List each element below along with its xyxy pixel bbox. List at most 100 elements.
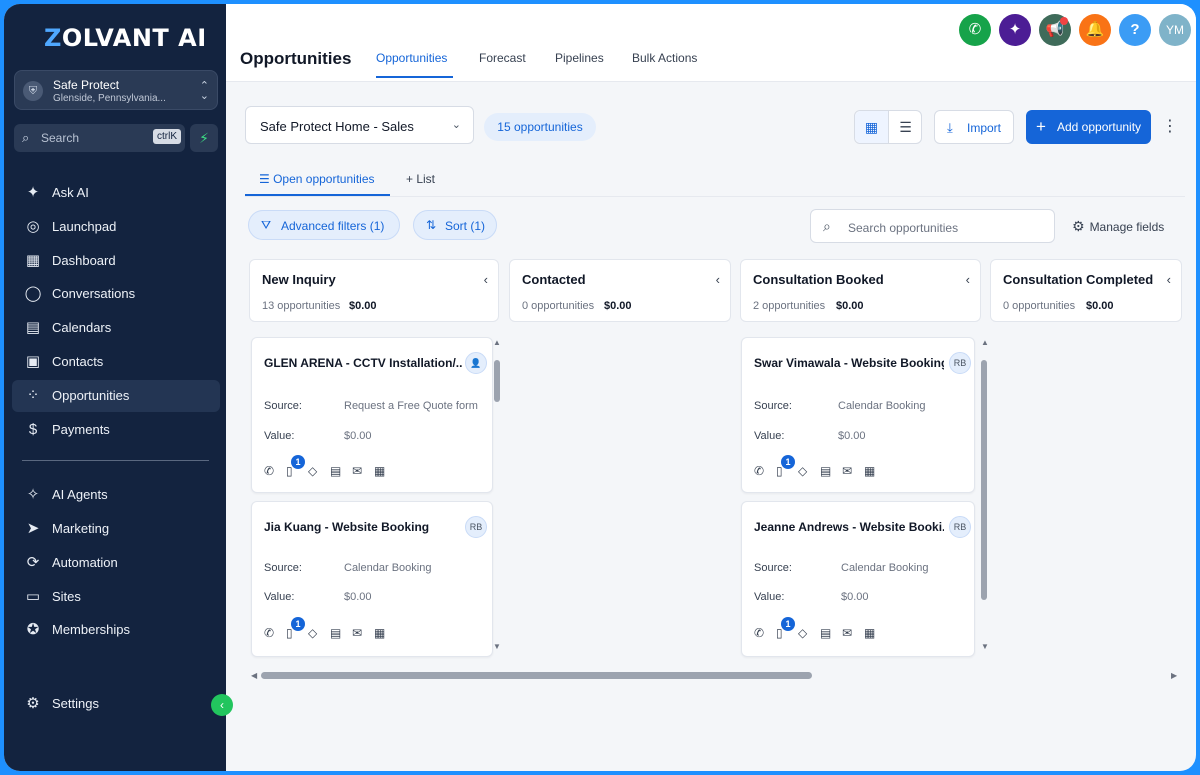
chevron-left-icon[interactable]: ‹ <box>966 272 970 287</box>
tab-opportunities[interactable]: Opportunities <box>376 51 447 65</box>
sidebar-item-launchpad[interactable]: ◎ Launchpad <box>12 211 220 243</box>
calendar-icon[interactable]: ▦ <box>864 626 886 640</box>
opportunity-count-badge: 15 opportunities <box>484 113 596 141</box>
scroll-down-arrow[interactable]: ▼ <box>493 642 501 651</box>
advanced-filters-button[interactable]: ⛛ Advanced filters (1) <box>248 210 400 240</box>
list-icon: ☰ <box>259 172 274 186</box>
phone-icon[interactable]: ✆ <box>264 464 286 478</box>
import-button[interactable]: ⤓ Import <box>934 110 1014 144</box>
bell-icon[interactable]: 🔔 <box>1079 14 1111 46</box>
account-location: Glenside, Pennsylvania... <box>53 93 166 104</box>
sort-button[interactable]: ⇅ Sort (1) <box>413 210 497 240</box>
phone-icon[interactable]: ✆ <box>264 626 286 640</box>
notes-icon[interactable]: ▯ 1 <box>776 617 798 640</box>
board-horizontal-scrollbar[interactable] <box>261 672 812 679</box>
sidebar-item-payments[interactable]: $ Payments <box>12 414 220 446</box>
opportunity-card[interactable]: Jia Kuang - Website Booking RB Source: C… <box>251 501 493 657</box>
mail-icon[interactable]: ✉ <box>842 626 864 640</box>
scroll-down-arrow[interactable]: ▼ <box>981 642 989 651</box>
sparkle-icon: ✦ <box>26 184 40 201</box>
sidebar-item-conversations[interactable]: ◯ Conversations <box>12 278 220 310</box>
sidebar-item-ask-ai[interactable]: ✦ Ask AI <box>12 177 220 209</box>
quick-actions-bolt-icon[interactable]: ⚡ <box>190 124 218 152</box>
document-icon[interactable]: ▤ <box>330 626 352 640</box>
page-title: Opportunities <box>240 49 352 68</box>
board-view-icon[interactable]: ▦ <box>855 111 889 143</box>
mail-icon[interactable]: ✉ <box>842 464 864 478</box>
scroll-up-arrow[interactable]: ▲ <box>981 338 989 347</box>
tag-icon[interactable]: ◇ <box>308 464 330 478</box>
subtab-open-opportunities[interactable]: ☰ Open opportunities <box>259 172 375 186</box>
tab-pipelines[interactable]: Pipelines <box>555 51 604 65</box>
megaphone-icon[interactable]: 📢 <box>1039 14 1071 46</box>
document-icon[interactable]: ▤ <box>330 464 352 478</box>
phone-icon[interactable]: ✆ <box>959 14 991 46</box>
calendar-icon[interactable]: ▦ <box>864 464 886 478</box>
column-scrollbar[interactable] <box>494 360 500 402</box>
tag-icon[interactable]: ◇ <box>308 626 330 640</box>
mail-icon[interactable]: ✉ <box>352 464 374 478</box>
sidebar-item-calendars[interactable]: ▤ Calendars <box>12 312 220 344</box>
sidebar-item-marketing[interactable]: ➤ Marketing <box>12 513 220 545</box>
account-name: Safe Protect <box>53 78 120 92</box>
network-icon: ⁘ <box>26 387 40 404</box>
assignee-avatar[interactable]: RB <box>465 516 487 538</box>
notes-icon[interactable]: ▯ 1 <box>776 455 798 478</box>
more-options-icon[interactable]: ⋮ <box>1162 114 1178 140</box>
chevron-updown-icon: ⌃ ⌄ <box>199 80 209 102</box>
sidebar-item-memberships[interactable]: ✪ Memberships <box>12 614 220 646</box>
ai-sparkle-icon[interactable]: ✦ <box>999 14 1031 46</box>
search-opportunities-input[interactable]: ⌕ Search opportunities <box>810 209 1055 243</box>
user-avatar[interactable]: YM <box>1159 14 1191 46</box>
search-icon: ⌕ <box>22 130 30 145</box>
sidebar-item-sites[interactable]: ▭ Sites <box>12 581 220 613</box>
sidebar-divider <box>22 460 209 461</box>
collapse-sidebar-button[interactable]: ‹ <box>211 694 233 716</box>
sidebar-item-settings[interactable]: ⚙ Settings <box>12 688 220 720</box>
sidebar-item-ai-agents[interactable]: ✧ AI Agents <box>12 479 220 511</box>
calendar-icon[interactable]: ▦ <box>374 464 396 478</box>
notes-icon[interactable]: ▯ 1 <box>286 455 308 478</box>
help-icon[interactable]: ? <box>1119 14 1151 46</box>
assignee-avatar[interactable]: RB <box>949 516 971 538</box>
tag-icon[interactable]: ◇ <box>798 626 820 640</box>
sidebar-item-opportunities[interactable]: ⁘ Opportunities <box>12 380 220 412</box>
notes-icon[interactable]: ▯ 1 <box>286 617 308 640</box>
subtab-add-list[interactable]: + List <box>406 172 435 186</box>
brand-logo: ZOLVANT AI <box>44 24 207 52</box>
download-icon: ⤓ <box>947 120 953 135</box>
chevron-left-icon[interactable]: ‹ <box>484 272 488 287</box>
assign-user-icon[interactable]: 👤 <box>465 352 487 374</box>
account-switcher[interactable]: ⛨ Safe Protect Glenside, Pennsylvania...… <box>14 70 218 110</box>
column-scrollbar[interactable] <box>981 360 987 600</box>
calendar-icon[interactable]: ▦ <box>374 626 396 640</box>
chevron-left-icon[interactable]: ‹ <box>716 272 720 287</box>
manage-fields-button[interactable]: ⚙ Manage fields <box>1072 218 1164 235</box>
document-icon[interactable]: ▤ <box>820 464 842 478</box>
scroll-up-arrow[interactable]: ▲ <box>493 338 501 347</box>
opportunity-card[interactable]: Swar Vimawala - Website Booking RB Sourc… <box>741 337 975 493</box>
sidebar-item-dashboard[interactable]: ▦ Dashboard <box>12 245 220 277</box>
phone-icon[interactable]: ✆ <box>754 464 776 478</box>
chevron-left-icon[interactable]: ‹ <box>1167 272 1171 287</box>
phone-icon[interactable]: ✆ <box>754 626 776 640</box>
pipeline-select[interactable]: Safe Protect Home - Sales ⌄ <box>245 106 474 144</box>
sidebar-item-automation[interactable]: ⟳ Automation <box>12 547 220 579</box>
list-view-icon[interactable]: ☰ <box>889 111 922 143</box>
plus-icon: + <box>1036 117 1046 136</box>
tab-forecast[interactable]: Forecast <box>479 51 526 65</box>
sidebar-search[interactable]: ⌕ Search ctrlK <box>14 124 185 152</box>
send-icon: ➤ <box>26 520 40 537</box>
opportunity-card[interactable]: GLEN ARENA - CCTV Installation/... 👤 Sou… <box>251 337 493 493</box>
assignee-avatar[interactable]: RB <box>949 352 971 374</box>
add-opportunity-button[interactable]: + Add opportunity <box>1026 110 1151 144</box>
tab-bulk-actions[interactable]: Bulk Actions <box>632 51 697 65</box>
opportunity-card[interactable]: Jeanne Andrews - Website Booki... RB Sou… <box>741 501 975 657</box>
scroll-left-arrow[interactable]: ◀ <box>251 671 257 680</box>
sidebar-item-contacts[interactable]: ▣ Contacts <box>12 346 220 378</box>
gear-icon: ⚙ <box>26 695 40 712</box>
scroll-right-arrow[interactable]: ▶ <box>1171 671 1177 680</box>
tag-icon[interactable]: ◇ <box>798 464 820 478</box>
document-icon[interactable]: ▤ <box>820 626 842 640</box>
mail-icon[interactable]: ✉ <box>352 626 374 640</box>
